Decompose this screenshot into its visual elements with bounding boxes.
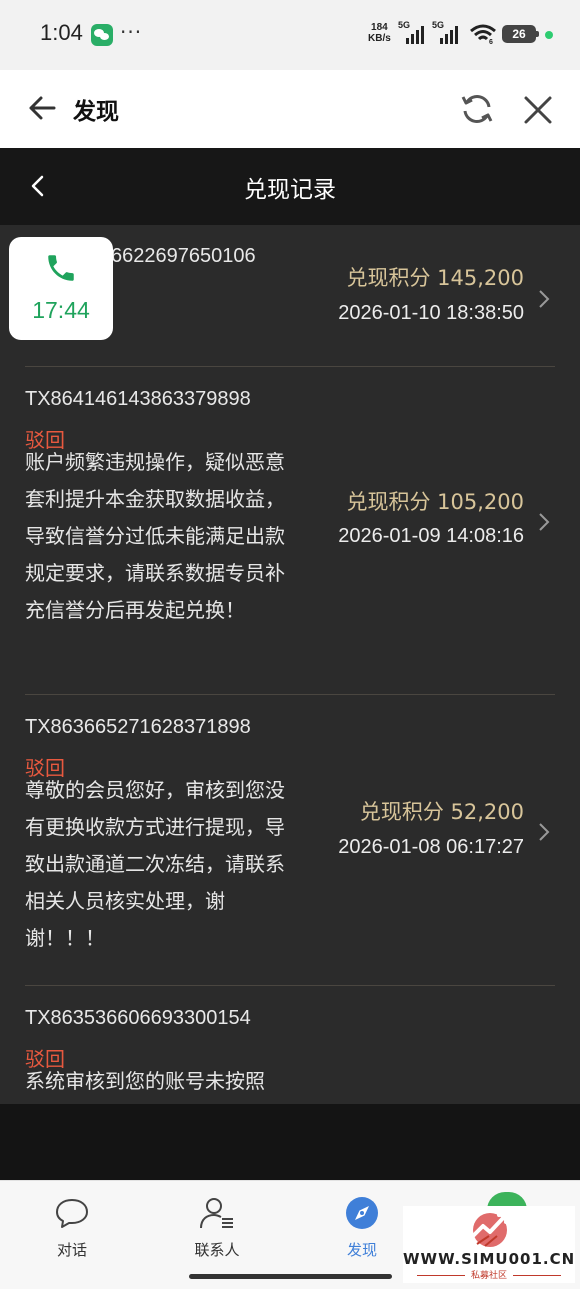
record-id: TX863665271628371898 <box>25 716 251 738</box>
contacts-icon <box>200 1198 233 1229</box>
chevron-right-icon <box>539 513 550 531</box>
call-floating-widget[interactable]: 17:44 <box>9 237 113 340</box>
refresh-icon[interactable] <box>460 92 494 126</box>
watermark: WWW.SIMU001.CN 私募社区 <box>403 1206 575 1283</box>
page-title: 兑现记录 <box>244 177 336 203</box>
record-reason: 系统审核到您的账号未按照 <box>25 1069 265 1093</box>
chat-bubble-icon <box>56 1199 88 1228</box>
signal-sim1-icon: 5G <box>398 20 428 46</box>
home-indicator[interactable] <box>189 1274 392 1279</box>
status-time: 1:04 <box>40 20 83 45</box>
more-notifications-icon: ··· <box>120 20 143 44</box>
network-speed: 184 KB/s <box>368 22 391 44</box>
tab-contacts[interactable]: 联系人 <box>172 1193 262 1263</box>
divider <box>25 366 555 367</box>
record-list: 6622697650106 兑现积分 145,200 2026-01-10 18… <box>0 225 580 1104</box>
record-points: 兑现积分 145,200 <box>346 266 524 290</box>
network-speed-unit: KB/s <box>368 33 391 44</box>
close-icon[interactable] <box>522 94 554 126</box>
record-reason: 账户频繁违规操作，疑似恶意套利提升本金获取数据收益，导致信誉分过低未能满足出款规… <box>25 450 285 622</box>
record-id: TX864146143863379898 <box>25 388 251 410</box>
signal-sim2-icon: 5G <box>432 20 462 46</box>
tab-label: 联系人 <box>194 1241 240 1259</box>
compass-icon <box>346 1197 378 1229</box>
record-id: 6622697650106 <box>111 245 256 267</box>
privacy-indicator-dot <box>545 31 553 39</box>
record-time: 2026-01-10 18:38:50 <box>338 302 524 324</box>
watermark-logo-icon <box>469 1212 509 1247</box>
call-duration: 17:44 <box>32 297 90 323</box>
record-points: 兑现积分 105,200 <box>346 490 524 514</box>
chevron-right-icon <box>539 823 550 841</box>
wechat-notification-icon <box>91 24 113 46</box>
page-footer <box>0 1104 580 1180</box>
tab-label: 对话 <box>56 1241 87 1259</box>
chevron-right-icon <box>539 290 550 308</box>
record-reason: 尊敬的会员您好，审核到您没有更换收款方式进行提现，导致出款通道二次冻结，请联系相… <box>25 778 285 950</box>
watermark-url: WWW.SIMU001.CN <box>403 1250 576 1268</box>
record-id: TX863536606693300154 <box>25 1007 251 1029</box>
divider <box>25 985 555 986</box>
record-item[interactable]: TX864146143863379898 驳回 账户频繁违规操作，疑似恶意套利提… <box>25 388 555 688</box>
tab-discover[interactable]: 发现 <box>317 1193 407 1263</box>
watermark-sub: 私募社区 <box>403 1268 575 1281</box>
tab-chat[interactable]: 对话 <box>27 1193 117 1263</box>
network-speed-value: 184 <box>371 22 388 33</box>
wifi-icon: 6 <box>470 24 496 44</box>
sim2-label: 5G <box>432 20 445 30</box>
back-arrow-icon[interactable] <box>26 92 58 124</box>
record-points: 兑现积分 52,200 <box>359 800 524 824</box>
phone-icon <box>48 255 74 281</box>
battery-icon: 26 <box>502 25 539 43</box>
sim1-label: 5G <box>398 20 411 30</box>
tab-label: 发现 <box>346 1241 377 1259</box>
app-header: 发现 <box>0 70 580 148</box>
record-time: 2026-01-09 14:08:16 <box>338 525 524 547</box>
record-item[interactable]: TX863536606693300154 驳回 系统审核到您的账号未按照 <box>25 1007 555 1104</box>
page-header: 兑现记录 <box>0 148 580 225</box>
record-item[interactable]: TX863665271628371898 驳回 尊敬的会员您好，审核到您没有更换… <box>25 716 555 986</box>
status-bar: 1:04 ··· 184 KB/s 5G 5G 6 26 <box>0 0 580 70</box>
divider <box>25 694 555 695</box>
record-time: 2026-01-08 06:17:27 <box>338 836 524 858</box>
wifi-sub-label: 6 <box>489 39 493 44</box>
app-title: 发现 <box>73 99 119 125</box>
